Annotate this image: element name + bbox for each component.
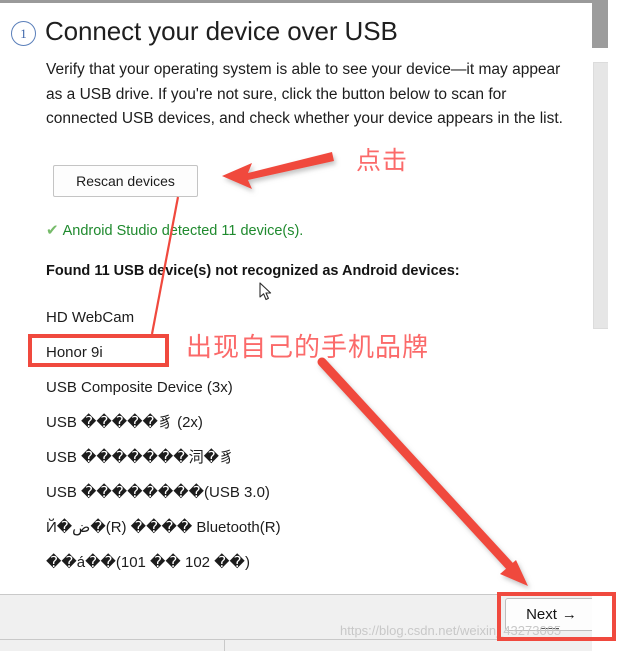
highlight-box-next-button xyxy=(497,592,616,641)
mouse-cursor-icon xyxy=(259,282,272,301)
wizard-window: 1 Connect your device over USB Verify th… xyxy=(0,0,619,651)
list-item: USB Composite Device (3x) xyxy=(46,379,233,396)
vertical-scrollbar-thumb[interactable] xyxy=(593,62,609,329)
scrollbar-top-cap xyxy=(592,0,608,48)
window-right-edge xyxy=(608,0,619,651)
footer-status-divider xyxy=(224,640,225,651)
detection-status-text: Android Studio detected 11 device(s). xyxy=(62,223,304,239)
unrecognized-devices-heading: Found 11 USB device(s) not recognized as… xyxy=(46,263,460,279)
list-item: Й�ض�(R) ���� Bluetooth(R) xyxy=(46,519,281,536)
page-title: Connect your device over USB xyxy=(45,16,398,46)
annotation-brand-label: 出现自己的手机品牌 xyxy=(186,333,430,363)
list-item: USB �������泀�豸 xyxy=(46,449,235,466)
description-text: Verify that your operating system is abl… xyxy=(46,61,563,127)
rescan-devices-button[interactable]: Rescan devices xyxy=(53,165,198,197)
annotation-click-label: 点击 xyxy=(356,146,409,175)
step-number-badge: 1 xyxy=(11,21,36,46)
highlight-box-honor-device xyxy=(28,334,169,367)
detection-status: ✔ Android Studio detected 11 device(s). xyxy=(46,221,303,239)
list-item: USB ��������(USB 3.0) xyxy=(46,484,270,501)
window-top-border xyxy=(0,0,592,3)
arrow-to-rescan-button xyxy=(222,152,334,189)
check-icon: ✔ xyxy=(46,222,59,239)
list-item: USB �����豸 (2x) xyxy=(46,414,203,431)
list-item: ��á��(101 �� 102 ��) xyxy=(46,554,250,571)
